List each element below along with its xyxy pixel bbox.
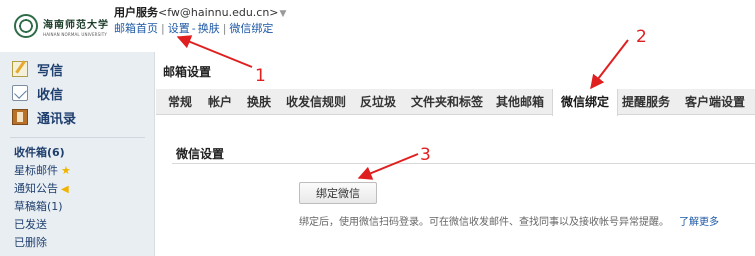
folder-starred-label: 星标邮件: [14, 164, 58, 177]
tab-folders-labels[interactable]: 文件夹和标签: [411, 89, 483, 115]
write-mail-label: 写信: [37, 63, 64, 79]
folder-notice[interactable]: 通知公告 ◀: [14, 180, 69, 196]
annotation-number-3: 3: [420, 145, 431, 165]
link-separator: |: [222, 22, 227, 35]
contacts-label: 通讯录: [37, 111, 77, 127]
university-seal-icon: [14, 14, 38, 38]
settings-link[interactable]: 设置: [168, 22, 190, 35]
receive-mail-button[interactable]: 收信: [12, 82, 63, 104]
receive-mail-label: 收信: [37, 87, 64, 103]
annotation-arrow-3: [357, 153, 419, 180]
logo-chinese-name: 海南师范大学: [43, 19, 109, 31]
annotation-number-1: 1: [255, 66, 266, 86]
link-dash: -: [191, 22, 196, 35]
top-links: 邮箱首页 | 设置 - 换肤 | 微信绑定: [114, 20, 273, 36]
tab-other-mailbox[interactable]: 其他邮箱: [496, 89, 544, 115]
account-info[interactable]: 用户服务<fw@hainnu.edu.cn>▼: [114, 4, 286, 20]
settings-tab-bar: 常规 帐户 换肤 收发信规则 反垃圾 文件夹和标签 其他邮箱 微信绑定 提醒服务…: [156, 89, 755, 116]
section-divider: [172, 163, 755, 164]
account-email: <fw@hainnu.edu.cn>: [158, 6, 279, 19]
logo-english-name: HAINAN NORMAL UNIVERSITY: [43, 31, 108, 37]
folder-drafts[interactable]: 草稿箱(1): [14, 198, 63, 214]
account-name: 用户服务: [114, 6, 158, 19]
tab-general[interactable]: 常规: [168, 89, 192, 115]
folder-inbox[interactable]: 收件箱(6): [14, 144, 65, 160]
write-pen-icon: [12, 61, 28, 77]
tab-skin[interactable]: 换肤: [247, 89, 271, 115]
wechat-description: 绑定后，使用微信扫码登录。可在微信收发邮件、查找同事以及接收帐号异常提醒。 了解更…: [299, 213, 719, 228]
university-logo[interactable]: 海南师范大学 HAINAN NORMAL UNIVERSITY: [14, 6, 114, 46]
wechat-description-text: 绑定后，使用微信扫码登录。可在微信收发邮件、查找同事以及接收帐号异常提醒。: [299, 217, 669, 228]
skin-link[interactable]: 换肤: [198, 22, 220, 35]
address-book-icon: [12, 109, 28, 125]
header: 海南师范大学 HAINAN NORMAL UNIVERSITY 用户服务<fw@…: [0, 0, 755, 52]
star-icon: ★: [61, 164, 71, 177]
tab-anti-spam[interactable]: 反垃圾: [360, 89, 396, 115]
account-dropdown-icon[interactable]: ▼: [280, 9, 287, 19]
tab-client-settings[interactable]: 客户端设置: [685, 89, 745, 115]
wechat-bind-link[interactable]: 微信绑定: [229, 22, 273, 35]
speaker-icon: ◀: [61, 184, 69, 195]
tab-wechat-binding[interactable]: 微信绑定: [552, 89, 619, 116]
sidebar-divider: [10, 137, 145, 138]
learn-more-link[interactable]: 了解更多: [679, 217, 719, 228]
folder-starred[interactable]: 星标邮件 ★: [14, 162, 71, 178]
mailbox-home-link[interactable]: 邮箱首页: [114, 22, 158, 35]
tab-mail-rules[interactable]: 收发信规则: [286, 89, 346, 115]
folder-sent[interactable]: 已发送: [14, 216, 47, 232]
wechat-settings-heading: 微信设置: [176, 147, 225, 161]
sidebar: 写信 收信 通讯录 收件箱(6) 星标邮件 ★ 通知公告 ◀ 草稿箱(1) 已发送 …: [0, 52, 155, 256]
link-separator: |: [161, 22, 165, 35]
tab-account[interactable]: 帐户: [208, 89, 232, 115]
page-title: 邮箱设置: [163, 65, 212, 79]
folder-notice-label: 通知公告: [14, 182, 58, 195]
folder-deleted[interactable]: 已删除: [14, 234, 47, 250]
contacts-button[interactable]: 通讯录: [12, 106, 76, 128]
inbox-tray-icon: [12, 85, 28, 101]
write-mail-button[interactable]: 写信: [12, 58, 63, 80]
bind-wechat-button[interactable]: 绑定微信: [299, 182, 377, 204]
tab-reminder-service[interactable]: 提醒服务: [622, 89, 670, 115]
